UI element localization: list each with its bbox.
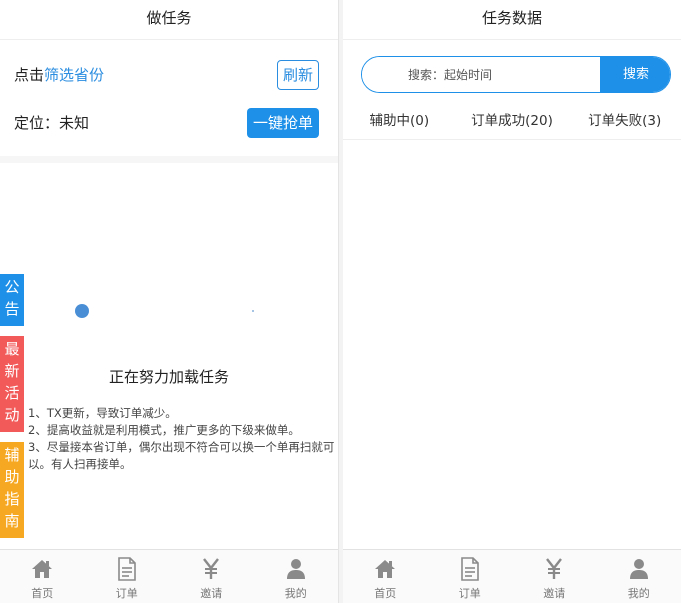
- search-bar: 搜索: [361, 56, 671, 93]
- home-icon: [0, 556, 85, 582]
- filter-prefix: 点击: [14, 66, 45, 84]
- nav-label: 我的: [627, 587, 650, 600]
- tab-success[interactable]: 订单成功(20): [456, 108, 569, 139]
- refresh-button[interactable]: 刷新: [277, 60, 319, 90]
- search-button[interactable]: 搜索: [600, 57, 670, 92]
- notice-side-tab[interactable]: 公 告: [0, 274, 24, 326]
- nav-label: 我的: [284, 587, 307, 600]
- nav-home[interactable]: 首页: [0, 550, 85, 603]
- location-row: 定位：未知 一键抢单: [0, 108, 338, 138]
- nav-label: 邀请: [543, 587, 566, 600]
- nav-orders[interactable]: 订单: [428, 550, 513, 603]
- loading-spinner-dot-small: [252, 310, 254, 312]
- task-data-panel: 任务数据 搜索 辅助中(0) 订单成功(20) 订单失败(3) 首页 订单 邀请: [343, 0, 681, 603]
- nav-label: 订单: [115, 587, 138, 600]
- page-title: 任务数据: [343, 0, 681, 40]
- nav-label: 首页: [31, 587, 54, 600]
- activity-side-tab[interactable]: 最 新 活 动: [0, 336, 24, 432]
- document-icon: [85, 556, 170, 582]
- loading-text: 正在努力加载任务: [108, 368, 229, 386]
- document-icon: [428, 556, 513, 582]
- nav-home[interactable]: 首页: [343, 550, 428, 603]
- notice-item: 2、提高收益就是利用模式，推广更多的下级来做单。: [28, 423, 300, 437]
- loading-spinner-dot: [75, 304, 89, 318]
- yen-icon: [169, 556, 254, 582]
- location-label: 定位：未知: [14, 114, 90, 132]
- nav-label: 邀请: [200, 587, 223, 600]
- filter-label: 点击筛选省份: [14, 64, 104, 85]
- side-tab-char: 指: [4, 490, 20, 508]
- user-icon: [597, 556, 681, 582]
- page-title: 做任务: [0, 0, 338, 40]
- side-tab-char: 辅: [4, 446, 20, 464]
- order-status-tabs: 辅助中(0) 订单成功(20) 订单失败(3): [343, 108, 681, 140]
- side-tab-char: 最: [4, 340, 20, 358]
- home-icon: [343, 556, 428, 582]
- notice-item: 1、TX更新，导致订单减少。: [28, 406, 177, 420]
- side-tab-char: 公: [4, 278, 20, 296]
- user-icon: [254, 556, 339, 582]
- side-tab-char: 活: [4, 384, 20, 402]
- grab-order-button[interactable]: 一键抢单: [247, 108, 319, 138]
- nav-profile[interactable]: 我的: [597, 550, 681, 603]
- filter-row: 点击筛选省份 刷新: [0, 60, 338, 90]
- tab-assisting[interactable]: 辅助中(0): [343, 108, 456, 139]
- notice-item: 3、尽量接本省订单，偶尔出现不符合可以换一个单再扫就可以。有人扫再接单。: [28, 440, 335, 471]
- nav-profile[interactable]: 我的: [254, 550, 339, 603]
- tab-failed[interactable]: 订单失败(3): [568, 108, 681, 139]
- section-divider: [0, 156, 338, 163]
- yen-icon: [512, 556, 597, 582]
- side-tab-char: 告: [4, 300, 20, 318]
- side-tab-char: 动: [4, 406, 20, 424]
- bottom-nav: 首页 订单 邀请 我的: [0, 549, 338, 603]
- guide-side-tab[interactable]: 辅 助 指 南: [0, 442, 24, 538]
- filter-province-link[interactable]: 筛选省份: [44, 66, 104, 84]
- nav-invite[interactable]: 邀请: [512, 550, 597, 603]
- task-panel: 做任务 点击筛选省份 刷新 定位：未知 一键抢单 正在努力加载任务 1、TX更新…: [0, 0, 338, 603]
- nav-invite[interactable]: 邀请: [169, 550, 254, 603]
- side-tab-char: 助: [4, 468, 20, 486]
- bottom-nav: 首页 订单 邀请 我的: [343, 549, 681, 603]
- nav-orders[interactable]: 订单: [85, 550, 170, 603]
- search-input[interactable]: [362, 57, 600, 92]
- side-tab-char: 南: [4, 512, 20, 530]
- notice-list: 1、TX更新，导致订单减少。 2、提高收益就是利用模式，推广更多的下级来做单。 …: [28, 405, 336, 473]
- side-tab-char: 新: [4, 362, 20, 380]
- nav-label: 首页: [374, 587, 397, 600]
- nav-label: 订单: [458, 587, 481, 600]
